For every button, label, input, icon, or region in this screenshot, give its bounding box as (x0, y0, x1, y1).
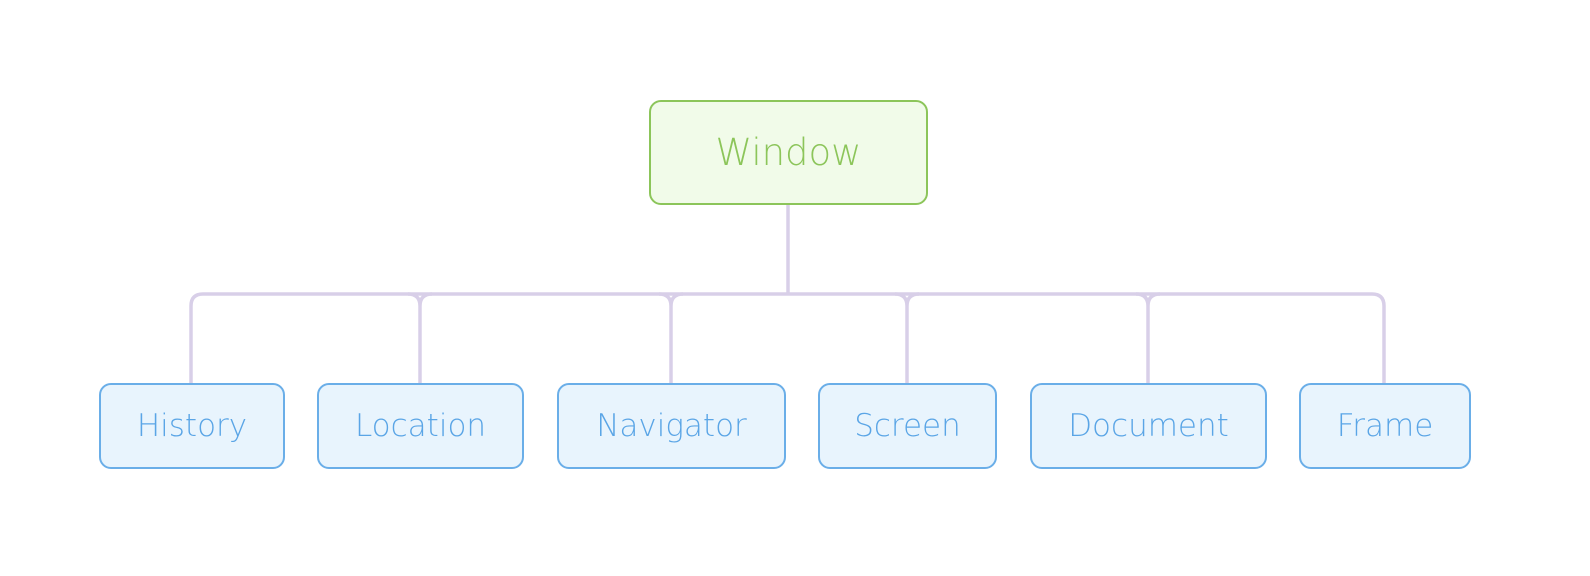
diagram-canvas: Window History Location Navigator Screen… (0, 0, 1590, 576)
connector-history (189, 292, 204, 383)
node-label: Screen (854, 408, 961, 444)
node-location: Location (317, 383, 524, 469)
node-window: Window (649, 100, 928, 205)
node-screen: Screen (818, 383, 997, 469)
node-label: Navigator (596, 408, 747, 444)
node-label: Window (715, 131, 862, 174)
node-label: Location (354, 408, 487, 444)
node-navigator: Navigator (557, 383, 786, 469)
connector-screen (894, 292, 920, 383)
node-label: Document (1068, 408, 1229, 444)
node-frame: Frame (1299, 383, 1471, 469)
node-label: History (136, 408, 248, 444)
connector-navigator (658, 292, 684, 383)
node-label: Frame (1336, 408, 1434, 444)
connectors (189, 205, 1386, 383)
connector-frame (1371, 292, 1386, 383)
node-history: History (99, 383, 285, 469)
node-document: Document (1030, 383, 1267, 469)
connector-location (407, 292, 433, 383)
connector-document (1135, 292, 1161, 383)
